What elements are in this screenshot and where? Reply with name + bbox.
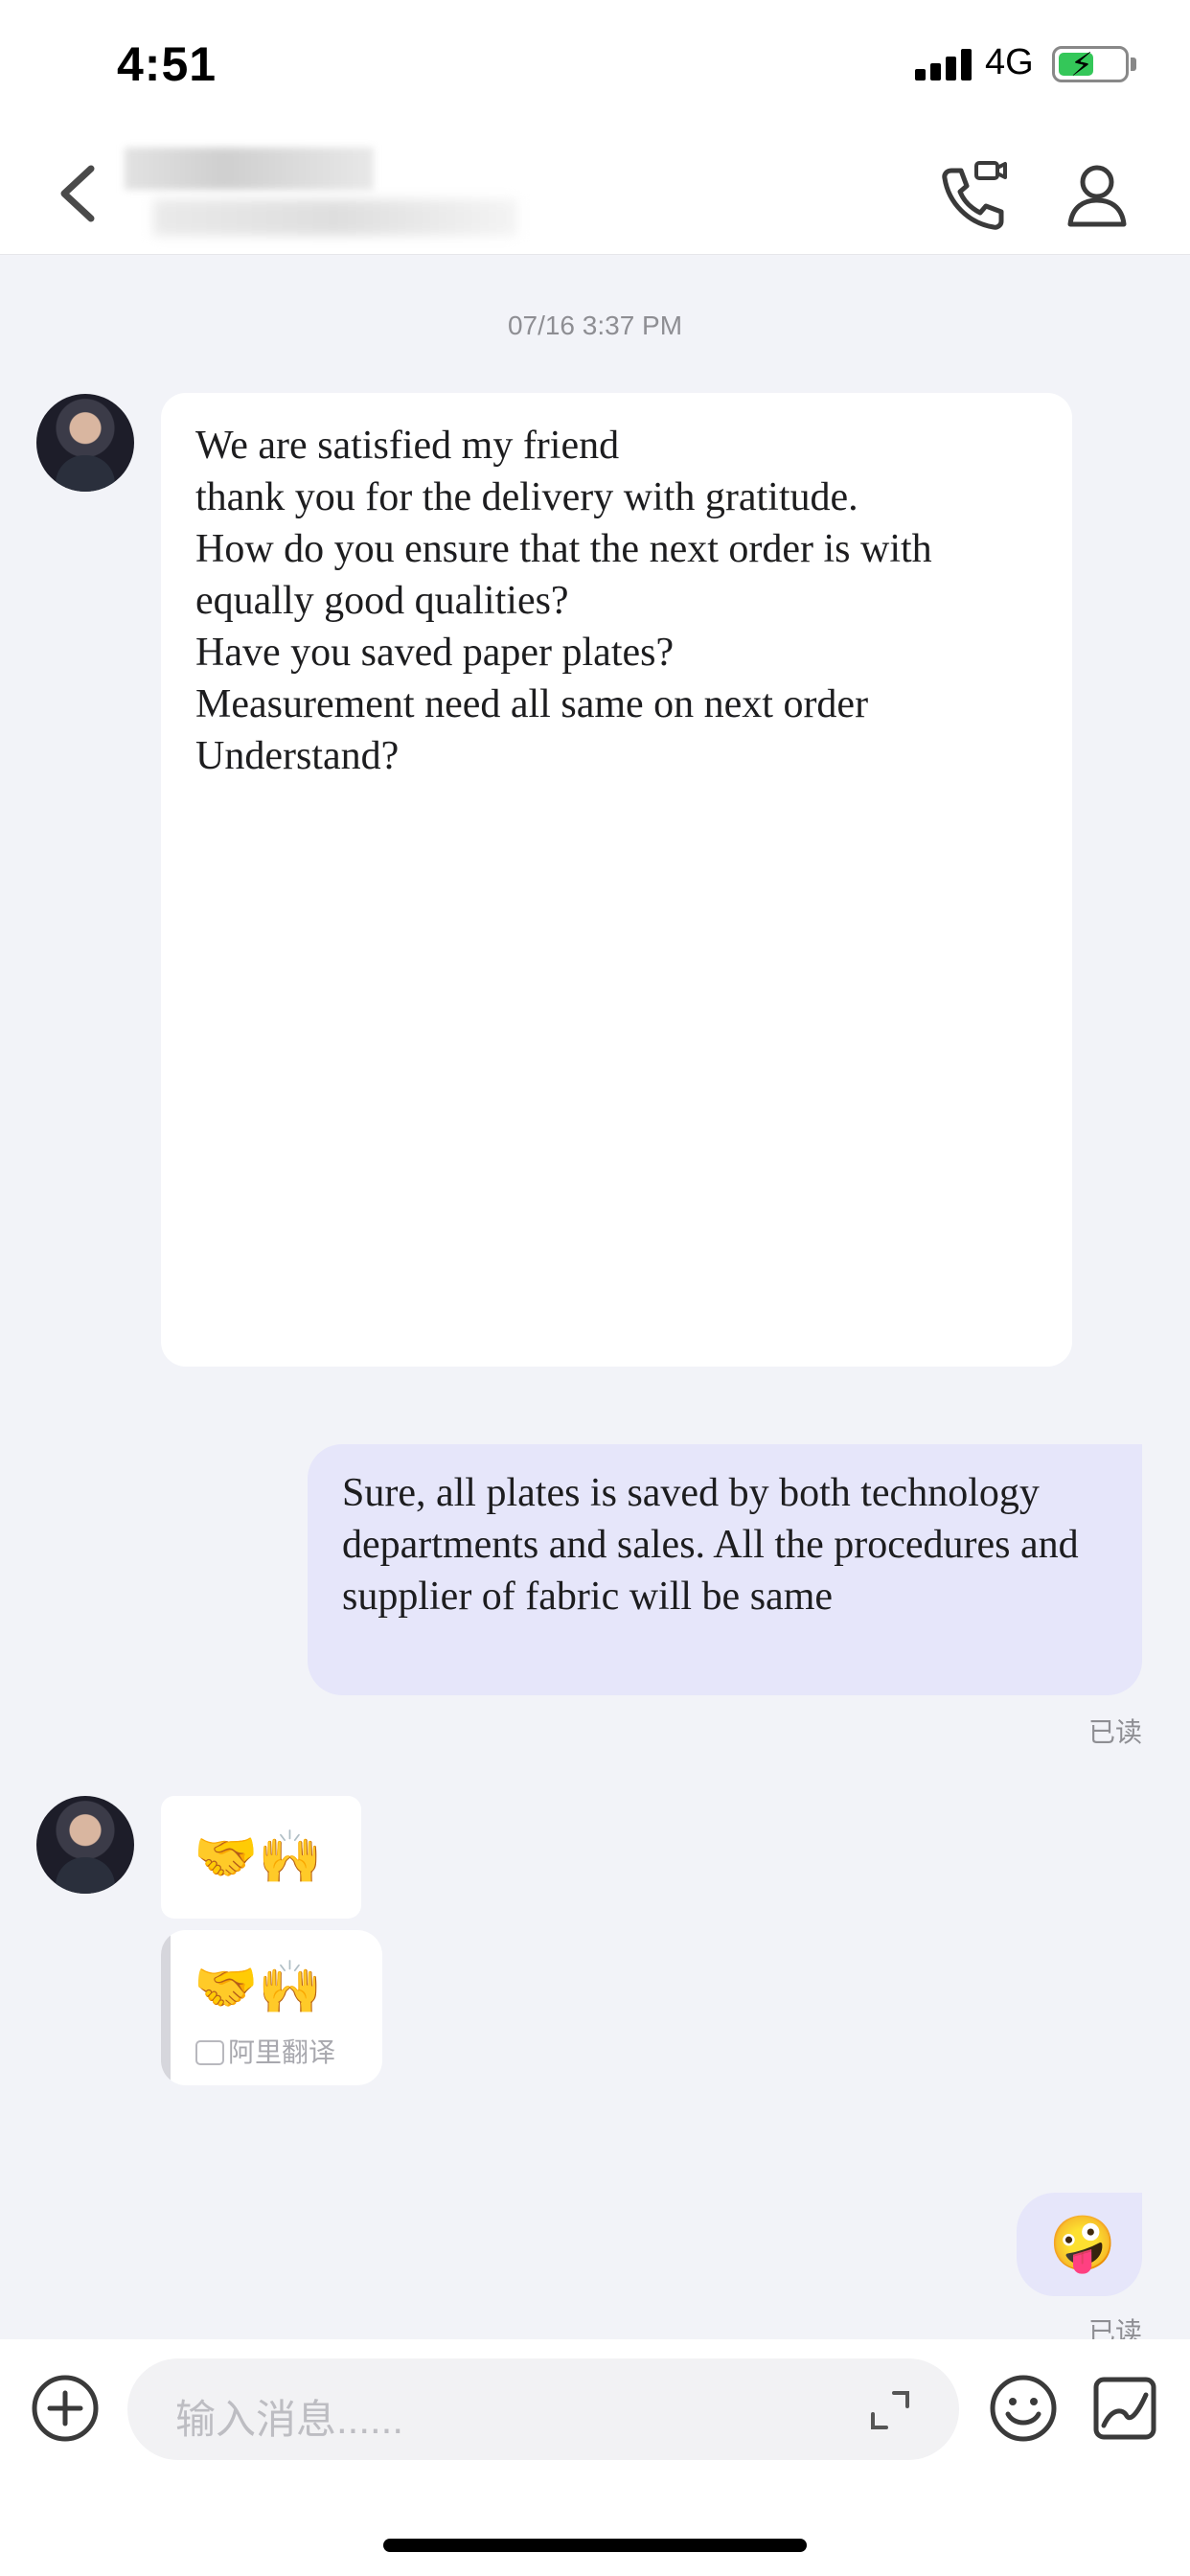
video-call-button[interactable] [934,157,1011,234]
video-call-icon [942,161,1007,230]
translation-label: 阿里翻译 [228,2037,336,2067]
outgoing-message-bubble[interactable]: Sure, all plates is saved by both techno… [308,1444,1142,1695]
charging-bolt-icon: ⚡ [1070,47,1093,83]
message-line: How do you ensure that the next order is… [195,527,943,623]
message-text: Sure, all plates is saved by both techno… [342,1471,1079,1619]
plus-circle-icon [32,2375,99,2442]
message-emoji: 🤪 [1049,2213,1116,2273]
incoming-emoji-bubble[interactable]: 🤝🙌 [161,1796,361,1919]
chat-header [0,134,1190,255]
contact-avatar[interactable] [36,394,134,492]
emoji-button[interactable] [989,2374,1058,2443]
read-status: 已读 [1087,1717,1142,1747]
message-list[interactable]: 07/16 3:37 PM We are satisfied my friend… [0,255,1190,2347]
sticker-icon [1093,2377,1156,2440]
message-line: We are satisfied my friend [195,424,620,468]
message-emoji: 🤝🙌 [194,1828,323,1886]
chevron-left-icon [60,165,95,222]
status-bar: 4:51 4G ⚡ [0,0,1190,134]
translation-divider [161,1930,171,2085]
message-input[interactable]: 输入消息...... [127,2358,959,2460]
sticker-button[interactable] [1090,2374,1159,2443]
message-line: Understand? [195,734,400,778]
message-line: Measurement need all same on next order [195,682,869,726]
message-input-placeholder: 输入消息...... [175,2397,404,2442]
contact-profile-button[interactable] [1059,157,1135,234]
translate-icon [195,2040,224,2065]
cellular-signal-icon [915,48,973,80]
outgoing-emoji-bubble[interactable]: 🤪 [1017,2193,1142,2296]
status-time: 4:51 [117,37,217,91]
contact-avatar[interactable] [36,1796,134,1894]
incoming-message-bubble[interactable]: We are satisfied my friend thank you for… [161,393,1072,1367]
message-timestamp: 07/16 3:37 PM [507,310,683,340]
translation-bubble[interactable]: 🤝🙌 阿里翻译 [161,1930,382,2085]
contact-name-redacted[interactable] [125,148,527,253]
chat-screen: 4:51 4G ⚡ 07/16 3:37 PM We are satisfied… [0,0,1190,2576]
network-type: 4G [985,42,1034,82]
expand-icon [871,2391,909,2429]
translated-emoji: 🤝🙌 [194,1959,323,2016]
battery-tip [1131,58,1136,71]
smiley-icon [990,2375,1057,2442]
translation-source: 阿里翻译 [195,2032,335,2070]
message-line: Have you saved paper plates? [195,631,675,675]
back-button[interactable] [53,155,110,232]
add-attachment-button[interactable] [31,2374,100,2443]
battery-icon: ⚡ [1052,46,1129,83]
expand-input-button[interactable] [865,2385,915,2435]
person-icon [1067,165,1127,227]
home-indicator [383,2539,807,2552]
message-line: thank you for the delivery with gratitud… [195,475,858,519]
